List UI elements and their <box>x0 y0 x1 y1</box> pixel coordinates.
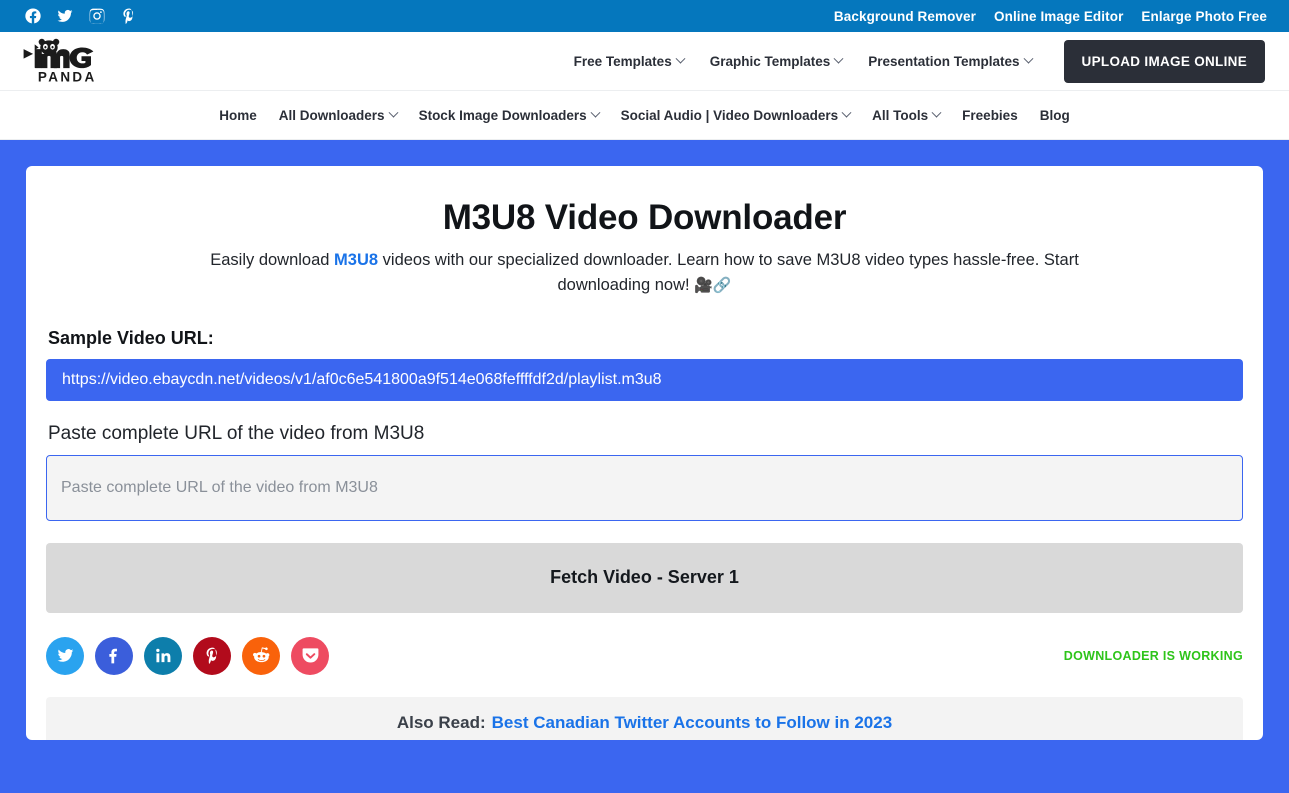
link-background-remover[interactable]: Background Remover <box>834 9 976 24</box>
header-nav-graphic-templates[interactable]: Graphic Templates <box>709 53 844 69</box>
secondary-nav: Home All Downloaders Stock Image Downloa… <box>0 91 1289 140</box>
sidebar-item-all-tools[interactable]: All Tools <box>872 107 942 123</box>
sample-video-url-value[interactable]: https://video.ebaycdn.net/videos/v1/af0c… <box>46 358 1243 401</box>
sidebar-item-social-audio-video-downloaders[interactable]: Social Audio | Video Downloaders <box>620 107 852 123</box>
img-panda-logo[interactable]: PANDA <box>20 38 116 84</box>
page-subtitle: Easily download M3U8 videos with our spe… <box>165 248 1125 298</box>
sidebar-item-blog[interactable]: Blog <box>1040 108 1070 123</box>
chevron-down-icon <box>1023 53 1033 64</box>
m3u8-inline-link[interactable]: M3U8 <box>334 251 378 269</box>
top-utility-links: Background Remover Online Image Editor E… <box>834 9 1267 24</box>
top-social-links <box>24 7 138 25</box>
share-row: DOWNLOADER IS WORKING <box>46 636 1243 675</box>
instagram-icon[interactable] <box>88 7 106 25</box>
nav-all-downloaders-label: All Downloaders <box>278 107 385 123</box>
header-nav-free-templates-label: Free Templates <box>573 53 672 69</box>
nav-freebies-label: Freebies <box>962 107 1018 123</box>
page-canvas: M3U8 Video Downloader Easily download M3… <box>0 140 1289 766</box>
nav-home-label: Home <box>219 107 257 123</box>
twitter-icon[interactable] <box>56 7 74 25</box>
link-online-image-editor[interactable]: Online Image Editor <box>994 9 1123 24</box>
chevron-down-icon <box>675 53 686 64</box>
top-utility-bar: Background Remover Online Image Editor E… <box>0 0 1289 32</box>
social-share-icons <box>46 636 329 675</box>
header-nav-presentation-templates-label: Presentation Templates <box>868 53 1020 69</box>
header-right-group: Free Templates Graphic Templates Present… <box>573 39 1265 83</box>
video-url-input[interactable] <box>46 454 1243 521</box>
downloader-card: M3U8 Video Downloader Easily download M3… <box>26 166 1263 740</box>
header-nav-graphic-templates-label: Graphic Templates <box>709 53 831 69</box>
site-header: PANDA Free Templates Graphic Templates P… <box>0 32 1289 91</box>
pinterest-icon[interactable] <box>120 7 138 25</box>
sample-video-url-label: Sample Video URL: <box>48 327 214 348</box>
upload-image-online-button[interactable]: UPLOAD IMAGE ONLINE <box>1063 39 1265 83</box>
linkedin-share-icon[interactable] <box>144 636 182 675</box>
sidebar-item-home[interactable]: Home <box>219 108 257 123</box>
also-read-banner: Also Read: Best Canadian Twitter Account… <box>46 696 1243 740</box>
chevron-down-icon <box>388 107 399 118</box>
status-badge: DOWNLOADER IS WORKING <box>1063 648 1243 663</box>
chevron-down-icon <box>833 53 844 64</box>
subtitle-text-1: Easily download <box>210 251 335 269</box>
nav-social-audio-video-label: Social Audio | Video Downloaders <box>620 107 839 123</box>
nav-blog-label: Blog <box>1039 107 1070 123</box>
header-nav-presentation-templates[interactable]: Presentation Templates <box>868 53 1033 69</box>
nav-stock-image-downloaders-label: Stock Image Downloaders <box>418 107 587 123</box>
page-title: M3U8 Video Downloader <box>442 198 847 237</box>
pocket-share-icon[interactable] <box>291 636 329 675</box>
camera-link-emoji: 🎥🔗 <box>694 276 732 294</box>
also-read-link[interactable]: Best Canadian Twitter Accounts to Follow… <box>492 713 893 733</box>
also-read-label: Also Read: <box>396 712 486 732</box>
reddit-share-icon[interactable] <box>242 636 280 675</box>
chevron-down-icon <box>931 107 942 118</box>
sidebar-item-all-downloaders[interactable]: All Downloaders <box>278 107 399 123</box>
header-nav-free-templates[interactable]: Free Templates <box>573 53 686 69</box>
nav-all-tools-label: All Tools <box>872 107 929 123</box>
pinterest-share-icon[interactable] <box>193 636 231 675</box>
svg-text:PANDA: PANDA <box>38 70 97 84</box>
footer-strip <box>0 766 1289 793</box>
link-enlarge-photo-free[interactable]: Enlarge Photo Free <box>1141 9 1267 24</box>
header-nav: Free Templates Graphic Templates Present… <box>573 53 1033 69</box>
chevron-down-icon <box>590 107 601 118</box>
facebook-icon[interactable] <box>24 7 42 25</box>
twitter-share-icon[interactable] <box>46 636 84 675</box>
sidebar-item-stock-image-downloaders[interactable]: Stock Image Downloaders <box>418 107 601 123</box>
sidebar-item-freebies[interactable]: Freebies <box>962 108 1018 123</box>
paste-url-label: Paste complete URL of the video from M3U… <box>48 422 425 444</box>
chevron-down-icon <box>841 107 852 118</box>
fetch-video-server-1-button[interactable]: Fetch Video - Server 1 <box>46 542 1243 613</box>
facebook-share-icon[interactable] <box>95 636 133 675</box>
